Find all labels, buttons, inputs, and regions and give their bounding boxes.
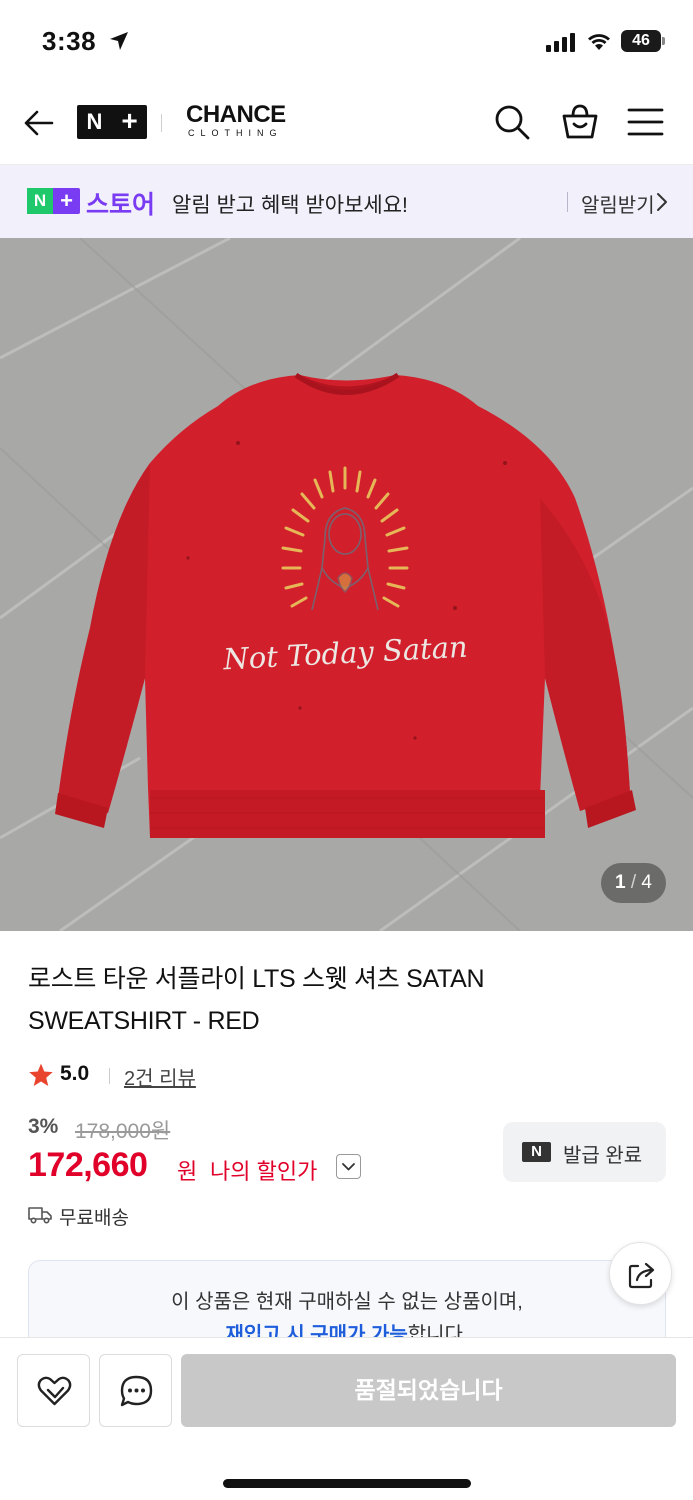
header-divider [161,114,162,132]
brand-name: CHANCE [186,101,286,128]
shipping-label: 무료배송 [59,1208,129,1229]
battery-level: 46 [632,32,650,49]
chevron-down-icon [342,1163,355,1171]
get-notifications-link[interactable]: 알림받기 [581,189,655,218]
delivery-truck-icon [28,1207,52,1224]
battery-icon: 46 [621,30,661,52]
bottom-action-bar: 품절되었습니다 [0,1337,693,1500]
page-current: 1 [615,872,626,893]
sale-price-currency: 원 [177,1159,198,1184]
my-discount-price-label[interactable]: 나의 할인가 [210,1154,317,1186]
status-time: 3:38 [42,26,97,56]
product-image-carousel[interactable]: Not Today Satan 1 / 4 [0,238,693,931]
share-icon [628,1262,655,1289]
page-separator: / [630,872,637,893]
search-icon[interactable] [492,102,532,142]
discount-details-toggle[interactable] [336,1154,361,1179]
brand-subtitle: CLOTHING [188,128,283,138]
banner-logo-plus: + [60,188,73,213]
chat-bubble-icon [120,1375,153,1407]
image-page-indicator: 1 / 4 [601,863,666,903]
location-arrow-icon [110,32,128,50]
wifi-icon [588,34,610,50]
cellular-signal-icon [546,33,575,52]
talk-talk-button[interactable] [99,1354,172,1427]
rating-score: 5.0 [60,1062,90,1085]
nplus-logo-plus: + [121,105,138,136]
banner-store-label: 스토어 [86,191,156,219]
coupon-issued-button[interactable]: N 발급 완료 [503,1122,666,1182]
discount-rate: 3% [28,1115,59,1138]
page-total: 4 [641,872,652,893]
banner-divider [567,192,568,212]
sold-out-button[interactable]: 품절되었습니다 [181,1354,676,1427]
shopping-bag-icon[interactable] [560,102,600,142]
nplus-logo[interactable]: N + [77,105,147,139]
top-header: N + CHANCE CLOTHING [0,80,693,165]
nplus-store-logo: N + [27,188,80,214]
share-button[interactable] [609,1242,672,1305]
home-indicator [223,1479,471,1488]
brand-logo[interactable]: CHANCE CLOTHING [186,101,296,139]
product-photo: Not Today Satan [0,238,693,931]
banner-logo-n: N [27,188,53,214]
heart-icon [37,1376,72,1406]
menu-icon[interactable] [627,106,665,138]
like-button[interactable] [17,1354,90,1427]
product-title: 로스트 타운 서플라이 LTS 스웻 셔츠 SATAN SWEATSHIRT -… [28,965,485,1035]
store-notification-banner[interactable]: N + 스토어 알림 받고 혜택 받아보세요! 알림받기 [0,165,693,238]
status-bar: 3:38 46 [0,0,693,80]
star-icon [29,1063,53,1087]
sale-price: 172,660 [28,1146,148,1184]
original-price: 178,000원 [75,1120,171,1143]
back-arrow-icon[interactable] [22,106,56,140]
nplus-logo-n: N [86,109,103,134]
review-count-link[interactable]: 2건 리뷰 [124,1062,196,1091]
banner-message: 알림 받고 혜택 받아보세요! [172,194,408,217]
coupon-issued-label: 발급 완료 [563,1145,643,1167]
chevron-right-icon [657,193,667,211]
naver-coupon-icon: N [522,1142,551,1162]
rating-divider [109,1068,110,1084]
notice-line-1: 이 상품은 현재 구매하실 수 없는 상품이며, [171,1291,523,1313]
battery-tip [662,37,665,45]
